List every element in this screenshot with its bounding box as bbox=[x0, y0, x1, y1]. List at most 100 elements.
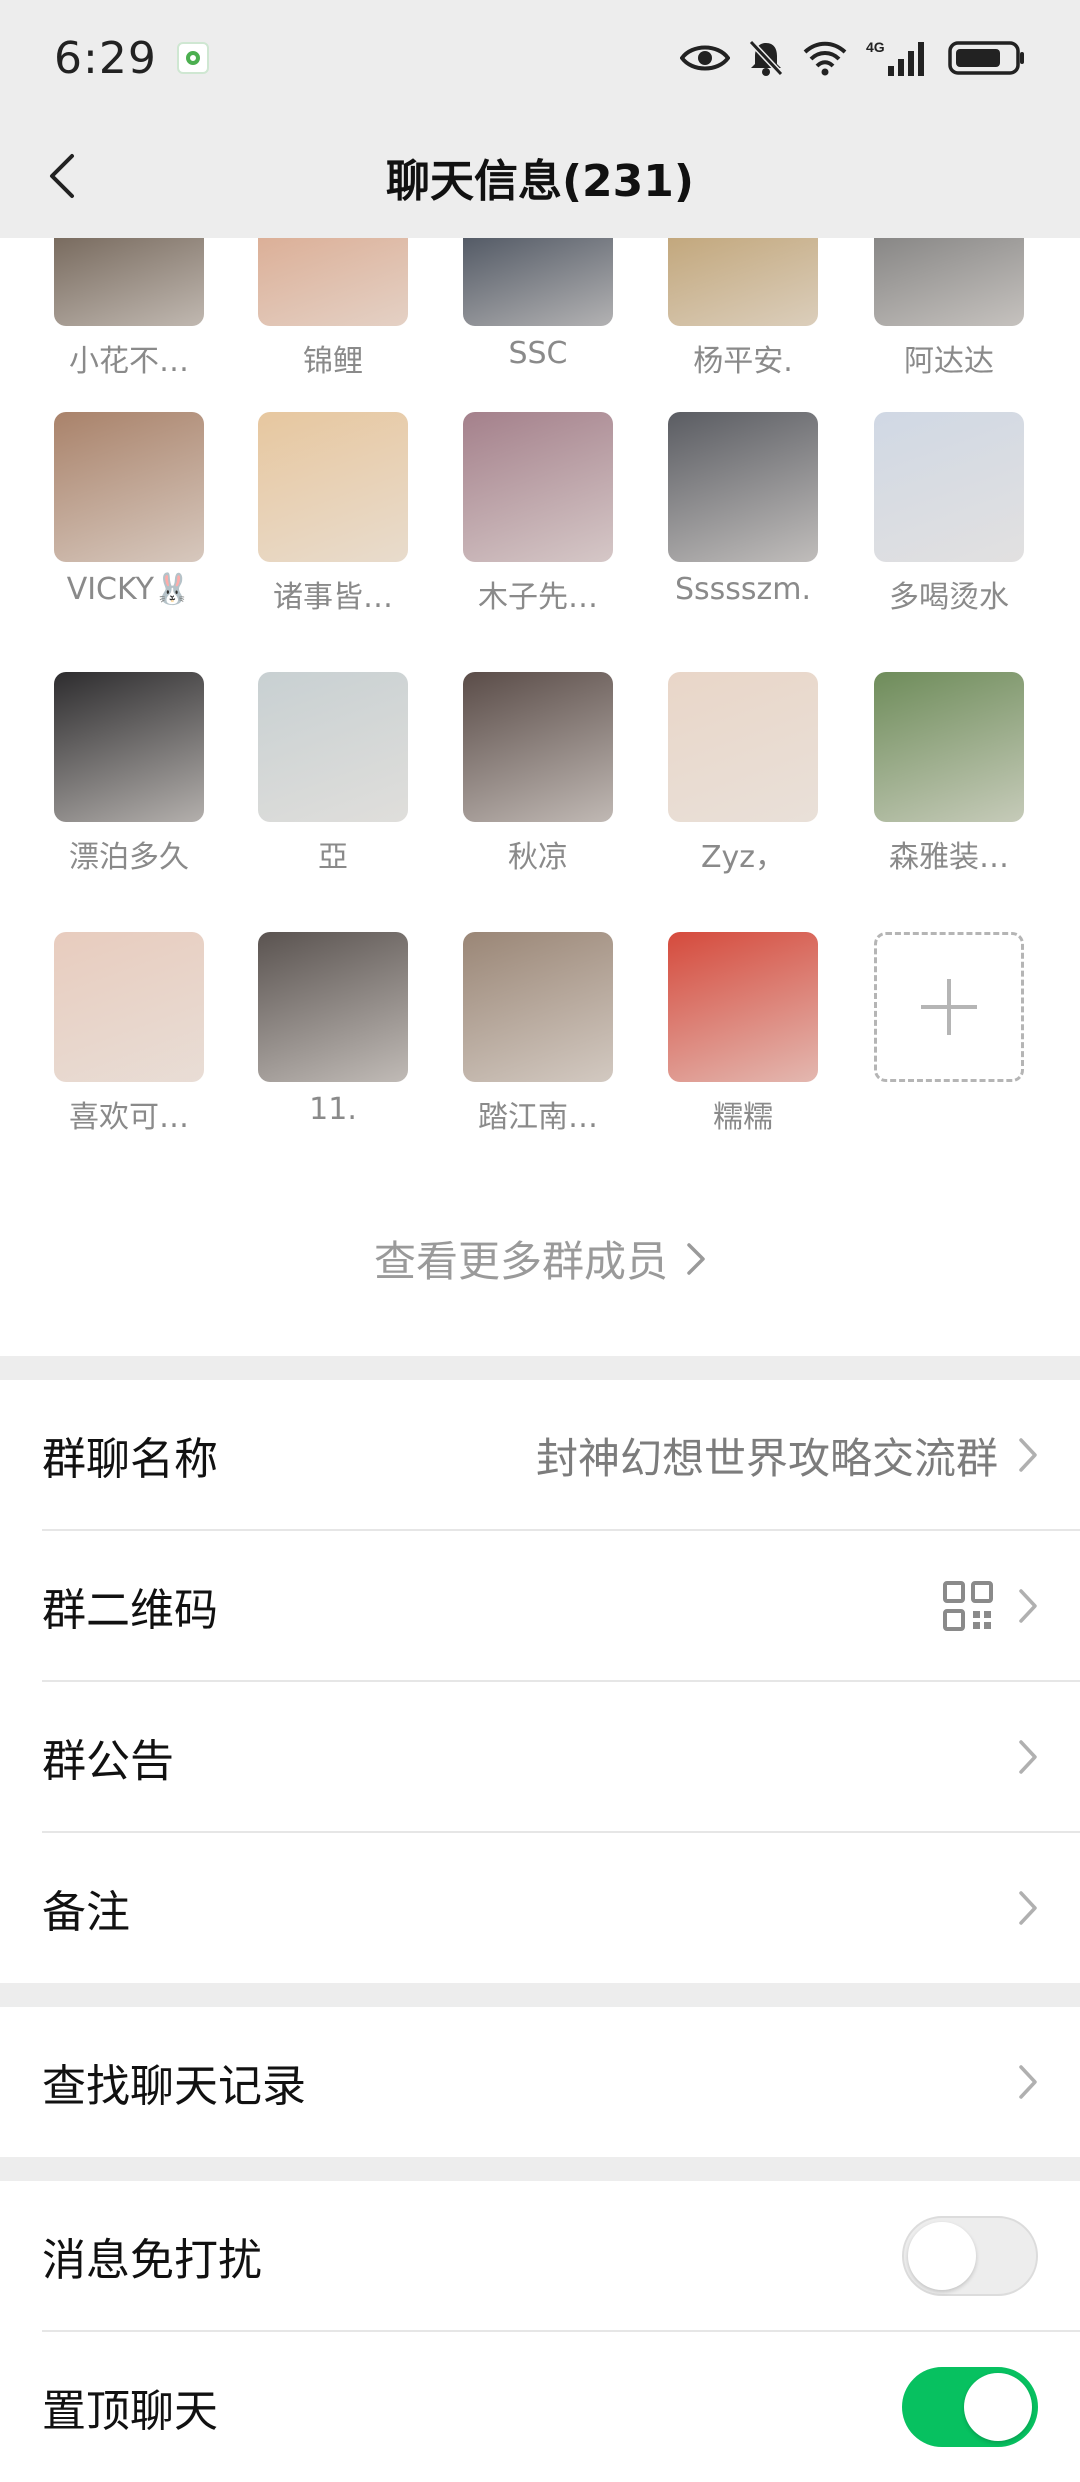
avatar bbox=[258, 238, 408, 326]
member-item[interactable]: 诸事皆… bbox=[258, 412, 408, 616]
member-item[interactable]: 踏江南… bbox=[463, 932, 613, 1136]
row-right bbox=[1018, 2064, 1038, 2100]
group-qr-label: 群二维码 bbox=[42, 1585, 218, 1636]
chevron-right-icon bbox=[1019, 2065, 1037, 2099]
add-member-box bbox=[874, 932, 1024, 1082]
remark-row[interactable]: 备注 bbox=[0, 1833, 1080, 1983]
member-item[interactable]: 森雅装… bbox=[874, 672, 1024, 876]
view-more-members-label: 查看更多群成员 bbox=[373, 1237, 668, 1286]
group-qr-right bbox=[942, 1580, 1038, 1632]
status-time: 6:29 bbox=[54, 32, 157, 84]
status-icons: 4G bbox=[680, 38, 1026, 78]
member-item[interactable]: SSC bbox=[463, 238, 613, 371]
network-label: 4G bbox=[866, 39, 885, 55]
member-item[interactable]: 锦鲤 bbox=[258, 238, 408, 380]
avatar bbox=[668, 672, 818, 822]
avatar bbox=[258, 412, 408, 562]
chevron-right-icon bbox=[1019, 1891, 1037, 1925]
member-item[interactable]: 漂泊多久 bbox=[54, 672, 204, 876]
back-button[interactable] bbox=[30, 144, 94, 208]
member-name: 多喝烫水 bbox=[889, 580, 1009, 615]
member-item[interactable]: 木子先… bbox=[463, 412, 613, 616]
member-item[interactable]: 秋凉 bbox=[463, 672, 613, 876]
avatar bbox=[668, 238, 818, 326]
avatar bbox=[54, 238, 204, 326]
avatar bbox=[463, 412, 613, 562]
chevron-right-icon bbox=[1019, 1740, 1037, 1774]
avatar bbox=[874, 672, 1024, 822]
member-item[interactable]: 11. bbox=[258, 932, 408, 1127]
battery-icon bbox=[948, 41, 1024, 75]
avatar bbox=[463, 672, 613, 822]
member-name: 森雅装… bbox=[889, 840, 1009, 875]
row-right bbox=[1018, 1739, 1038, 1775]
view-more-members-button[interactable]: 查看更多群成员 bbox=[0, 1228, 1080, 1289]
row-right bbox=[902, 2367, 1038, 2447]
nav-bar: 聊天信息(231) bbox=[0, 116, 1080, 238]
member-item[interactable]: Ssssszm. bbox=[668, 412, 818, 607]
plus-icon bbox=[921, 979, 977, 1035]
wifi-icon bbox=[803, 41, 847, 76]
member-item[interactable]: 喜欢可… bbox=[54, 932, 204, 1136]
member-name: 锦鲤 bbox=[303, 344, 363, 379]
avatar bbox=[668, 932, 818, 1082]
mute-row: 消息免打扰 bbox=[0, 2181, 1080, 2331]
eye-icon bbox=[680, 45, 730, 71]
member-item[interactable]: Zyz， bbox=[668, 672, 818, 876]
app-notification-icon bbox=[176, 42, 209, 74]
member-item[interactable]: 阿达达 bbox=[874, 238, 1024, 380]
member-grid: 小花不… 锦鲤 SSC 杨平安. 阿达达 VICKY🐰 诸事皆… 木子先… Ssssszm. 多喝… bbox=[0, 238, 1080, 1356]
search-history-label: 查找聊天记录 bbox=[42, 2061, 306, 2112]
avatar bbox=[258, 672, 408, 822]
chevron-right-icon bbox=[1019, 1438, 1037, 1472]
add-member-button[interactable] bbox=[874, 932, 1024, 1082]
group-qr-row[interactable]: 群二维码 bbox=[0, 1531, 1080, 1681]
avatar bbox=[258, 932, 408, 1082]
member-item[interactable]: 多喝烫水 bbox=[874, 412, 1024, 616]
member-name: 11. bbox=[309, 1092, 357, 1127]
member-name: 漂泊多久 bbox=[69, 840, 189, 875]
member-item[interactable]: VICKY🐰 bbox=[54, 412, 204, 607]
member-item[interactable]: 亞 bbox=[258, 672, 408, 876]
section-gap bbox=[0, 2157, 1080, 2181]
pin-label: 置顶聊天 bbox=[42, 2386, 218, 2437]
member-item[interactable]: 杨平安. bbox=[668, 238, 818, 380]
avatar bbox=[54, 672, 204, 822]
member-name: 阿达达 bbox=[904, 344, 994, 379]
member-name: 木子先… bbox=[478, 580, 598, 615]
avatar bbox=[463, 932, 613, 1082]
member-name: 诸事皆… bbox=[273, 580, 393, 615]
status-bar: 6:29 4G bbox=[0, 0, 1080, 116]
group-name-row[interactable]: 群聊名称 封神幻想世界攻略交流群 bbox=[0, 1380, 1080, 1530]
mute-toggle[interactable] bbox=[902, 2216, 1038, 2296]
avatar bbox=[54, 412, 204, 562]
avatar bbox=[54, 932, 204, 1082]
chevron-left-icon bbox=[50, 154, 74, 198]
qr-code-icon bbox=[943, 1581, 993, 1631]
pin-toggle[interactable] bbox=[902, 2367, 1038, 2447]
group-announcement-label: 群公告 bbox=[42, 1736, 174, 1787]
member-item[interactable]: 小花不… bbox=[54, 238, 204, 380]
row-right bbox=[902, 2216, 1038, 2296]
member-item[interactable]: 糯糯 bbox=[668, 932, 818, 1136]
avatar bbox=[874, 238, 1024, 326]
remark-label: 备注 bbox=[42, 1887, 130, 1938]
search-history-row[interactable]: 查找聊天记录 bbox=[0, 2007, 1080, 2157]
avatar bbox=[874, 412, 1024, 562]
member-name: 糯糯 bbox=[713, 1100, 773, 1135]
bell-muted-icon bbox=[748, 39, 784, 77]
member-name: 秋凉 bbox=[508, 840, 568, 875]
toggle-knob bbox=[964, 2373, 1032, 2441]
4g-signal-icon: 4G bbox=[866, 39, 924, 76]
mute-label: 消息免打扰 bbox=[42, 2235, 262, 2286]
row-right bbox=[1018, 1890, 1038, 1926]
member-name: 小花不… bbox=[69, 344, 189, 379]
avatar bbox=[463, 238, 613, 326]
toggle-knob bbox=[908, 2222, 976, 2290]
member-name: 踏江南… bbox=[478, 1100, 598, 1135]
avatar bbox=[668, 412, 818, 562]
group-name-value: 封神幻想世界攻略交流群 bbox=[535, 1433, 998, 1483]
group-announcement-row[interactable]: 群公告 bbox=[0, 1682, 1080, 1832]
member-name: 喜欢可… bbox=[69, 1100, 189, 1135]
chevron-right-icon bbox=[1019, 1589, 1037, 1623]
